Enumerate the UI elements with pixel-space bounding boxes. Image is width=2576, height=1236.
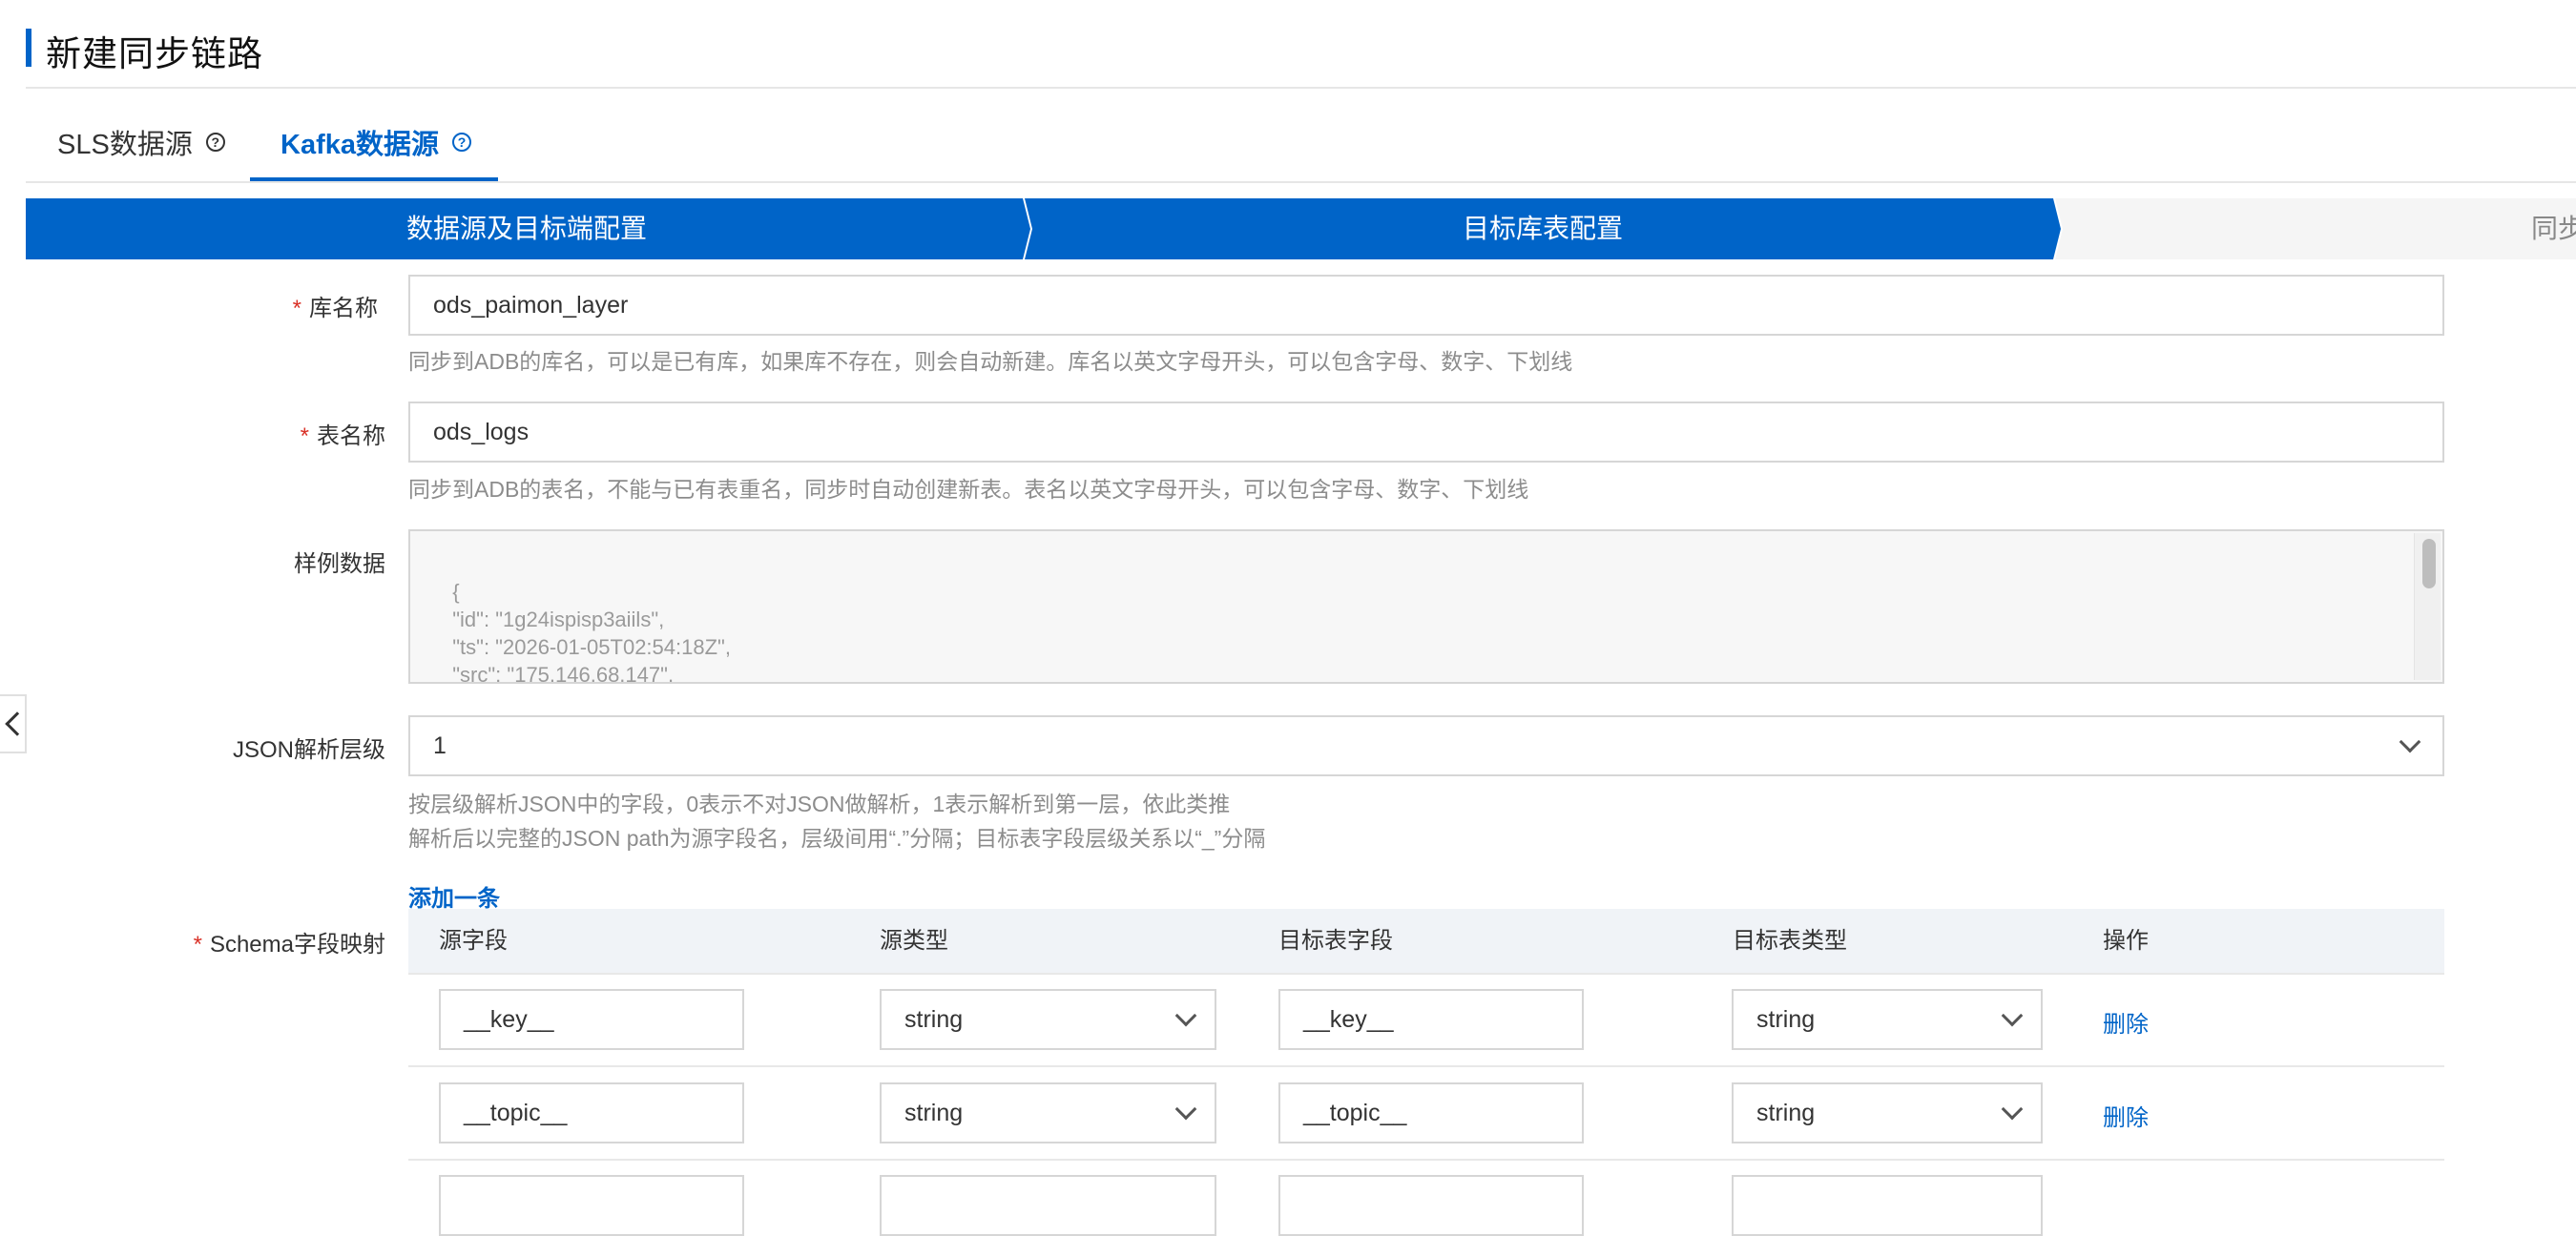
table-name-label: * 表名称 <box>191 417 385 450</box>
chevron-down-icon <box>2001 1004 2024 1027</box>
header-divider <box>26 87 2576 89</box>
chevron-down-icon <box>1174 1004 1197 1027</box>
dst-field-input[interactable]: __topic__ <box>1278 1082 1584 1143</box>
column-header-src-type: 源类型 <box>880 928 948 954</box>
required-mark: * <box>300 423 309 449</box>
json-level-hint-1: 按层级解析JSON中的字段，0表示不对JSON做解析，1表示解析到第一层，依此类… <box>408 792 1231 816</box>
dst-type-value: string <box>1756 1099 1816 1126</box>
json-level-select[interactable]: 1 <box>408 715 2444 776</box>
src-field-input[interactable]: __key__ <box>439 989 744 1050</box>
dst-field-input[interactable]: __key__ <box>1278 989 1584 1050</box>
scrollbar-thumb[interactable] <box>2422 539 2436 588</box>
step-progress: 数据源及目标端配置 目标库表配置 同步 <box>26 198 2576 259</box>
column-header-src-field: 源字段 <box>439 928 508 954</box>
chevron-down-icon <box>2001 1098 2024 1121</box>
dst-type-select[interactable]: string <box>1732 989 2043 1050</box>
mapping-table-header: 源字段 源类型 目标表字段 目标表类型 操作 <box>408 909 2444 973</box>
row-divider <box>408 1065 2444 1067</box>
delete-row-button[interactable]: 删除 <box>2103 1099 2149 1132</box>
json-level-value: 1 <box>433 731 447 759</box>
step-1-label: 数据源及目标端配置 <box>405 214 647 243</box>
src-type-select[interactable]: string <box>880 1082 1216 1143</box>
tab-kafka-label: Kafka数据源 <box>280 130 439 160</box>
chevron-down-icon <box>2399 731 2421 753</box>
src-field-value: __topic__ <box>464 1099 568 1126</box>
tab-sls-source[interactable]: SLS数据源 ? <box>57 122 225 162</box>
row-divider <box>408 973 2444 975</box>
tabs-divider <box>26 181 2576 183</box>
chevron-down-icon <box>1174 1098 1197 1121</box>
dst-type-select[interactable]: string <box>1732 1082 2043 1143</box>
page-title: 新建同步链路 <box>46 34 263 73</box>
tab-kafka-source[interactable]: Kafka数据源 ? <box>280 122 471 162</box>
db-name-label-text: 库名称 <box>309 296 378 321</box>
src-type-value: string <box>904 1005 964 1033</box>
sample-data-label: 样例数据 <box>294 551 385 577</box>
src-field-input[interactable]: __topic__ <box>439 1082 744 1143</box>
chevron-left-icon <box>5 711 30 736</box>
db-name-input[interactable]: ods_paimon_layer <box>408 275 2444 336</box>
dst-field-value: __key__ <box>1303 1005 1394 1033</box>
db-name-hint: 同步到ADB的库名，可以是已有库，如果库不存在，则会自动新建。库名以英文字母开头… <box>408 349 1573 374</box>
table-name-value: ods_logs <box>433 418 530 445</box>
required-mark: * <box>193 932 202 958</box>
src-field-value: __key__ <box>464 1005 554 1033</box>
add-mapping-link[interactable]: 添加一条 <box>408 879 500 913</box>
json-level-label: JSON解析层级 <box>232 737 385 763</box>
delete-row-button[interactable]: 删除 <box>2103 1005 2149 1039</box>
tab-sls-label: SLS数据源 <box>57 130 193 160</box>
schema-mapping-label: * Schema字段映射 <box>172 925 385 958</box>
sample-scrollbar[interactable] <box>2414 533 2441 680</box>
column-header-dst-field: 目标表字段 <box>1278 928 1393 954</box>
src-type-value: string <box>904 1099 964 1126</box>
row-divider <box>408 1159 2444 1161</box>
src-type-select[interactable]: string <box>880 989 1216 1050</box>
sidebar-collapse-toggle[interactable] <box>0 694 30 753</box>
json-level-hint-2: 解析后以完整的JSON path为源字段名，层级间用“.”分隔；目标表字段层级关… <box>408 826 1266 851</box>
dst-field-value: __topic__ <box>1303 1099 1407 1126</box>
sample-data-textarea[interactable]: { "id": "1g24ispisp3aiils", "ts": "2026-… <box>408 529 2444 684</box>
dst-type-value: string <box>1756 1005 1816 1033</box>
table-name-hint: 同步到ADB的表名，不能与已有表重名，同步时自动创建新表。表名以英文字母开头，可… <box>408 477 1529 502</box>
help-icon[interactable]: ? <box>452 133 471 152</box>
db-name-value: ods_paimon_layer <box>433 291 629 319</box>
required-mark: * <box>292 296 301 321</box>
step-3-shape <box>2055 198 2576 259</box>
table-name-input[interactable]: ods_logs <box>408 402 2444 463</box>
table-name-label-text: 表名称 <box>317 423 385 449</box>
title-accent-bar <box>26 29 31 67</box>
schema-mapping-label-text: Schema字段映射 <box>209 932 385 958</box>
column-header-dst-type: 目标表类型 <box>1733 928 1847 954</box>
step-2-label: 目标库表配置 <box>1462 214 1623 243</box>
sample-data-value: { "id": "1g24ispisp3aiils", "ts": "2026-… <box>452 580 731 684</box>
step-3-label: 同步 <box>2531 214 2576 243</box>
db-name-label: * 库名称 <box>191 289 378 322</box>
column-header-action: 操作 <box>2103 928 2149 954</box>
help-icon[interactable]: ? <box>205 133 225 152</box>
